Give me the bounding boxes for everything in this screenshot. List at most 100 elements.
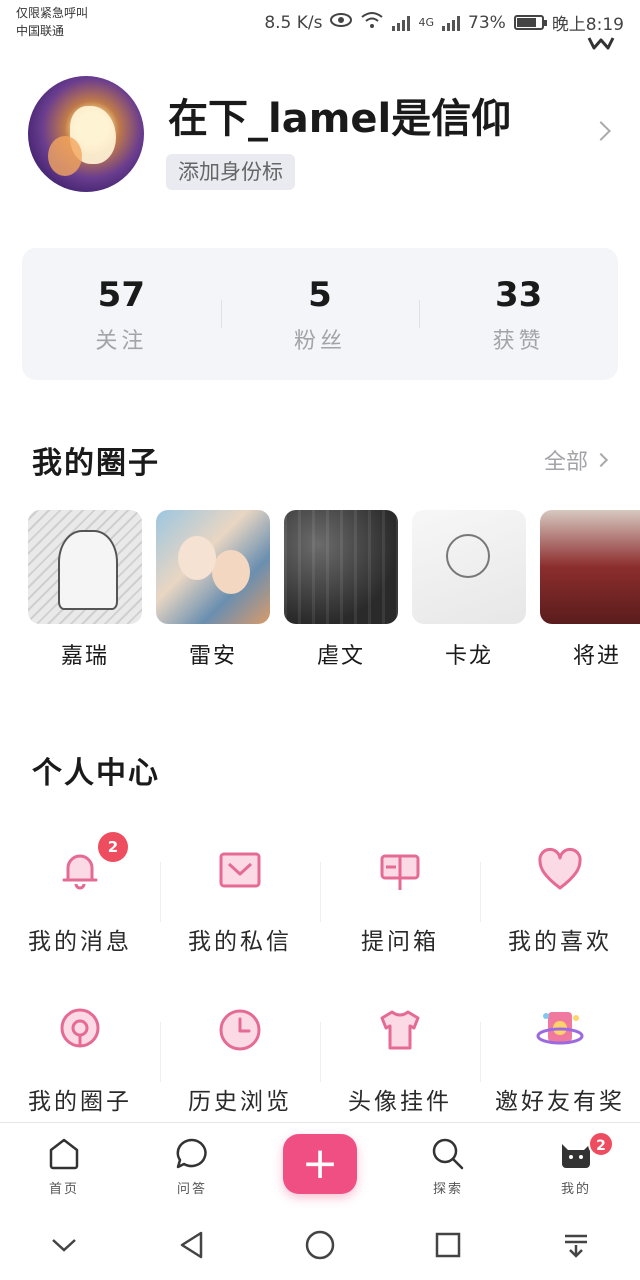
nav-qa[interactable]: 问答 xyxy=(128,1123,256,1210)
nav-add[interactable]: + xyxy=(256,1123,384,1210)
collapse-button[interactable] xyxy=(44,1225,84,1265)
circle-name: 虐文 xyxy=(316,644,365,669)
nav-mine[interactable]: 2 我的 xyxy=(512,1123,640,1210)
nav-label: 首页 xyxy=(48,1182,79,1197)
menu-private-messages[interactable]: 我的私信 xyxy=(160,816,320,976)
menu-my-likes[interactable]: 我的喜欢 xyxy=(480,816,640,976)
chevron-down-icon xyxy=(52,1239,76,1252)
network-speed: 8.5 K/s xyxy=(264,12,323,33)
battery-icon xyxy=(513,15,547,30)
chevron-right-icon xyxy=(593,452,609,468)
circle-name: 卡龙 xyxy=(444,644,493,669)
recents-button[interactable] xyxy=(428,1225,468,1265)
circle-item[interactable]: 雷安 xyxy=(156,510,270,670)
home-button[interactable] xyxy=(300,1225,340,1265)
network-type: 4G xyxy=(418,16,435,29)
carrier-emergency-text: 仅限紧急呼叫 xyxy=(16,6,89,20)
carrier-name: 中国联通 xyxy=(16,24,65,38)
menu-label: 历史浏览 xyxy=(188,1089,292,1115)
avatar[interactable] xyxy=(28,76,144,192)
clock-time: 晚上8:19 xyxy=(551,15,624,35)
circles-list: 嘉瑞 雷安 虐文 卡龙 将进 xyxy=(28,510,640,670)
menu-label: 头像挂件 xyxy=(348,1089,452,1115)
status-bar: 仅限紧急呼叫 中国联通 8.5 K/s 4G 73% 晚上8:19 xyxy=(0,0,640,44)
home-circle-icon xyxy=(305,1230,335,1260)
circle-item[interactable]: 卡龙 xyxy=(412,510,526,670)
stat-following[interactable]: 57 关注 xyxy=(22,248,221,380)
menu-label: 我的私信 xyxy=(188,929,292,955)
chat-bubble-icon xyxy=(176,1138,207,1169)
add-identity-tag-button[interactable]: 添加身份标 xyxy=(166,154,295,190)
menu-avatar-frames[interactable]: 头像挂件 xyxy=(320,976,480,1136)
menu-my-messages[interactable]: 2 我的消息 xyxy=(0,816,160,976)
stat-likes[interactable]: 33 获赞 xyxy=(419,248,618,380)
circle-thumbnail xyxy=(284,510,398,624)
see-all-circles-link[interactable]: 全部 xyxy=(543,444,609,476)
personal-center-title: 个人中心 xyxy=(32,756,160,791)
nav-label: 我的 xyxy=(560,1182,591,1197)
add-icon[interactable]: + xyxy=(283,1133,357,1194)
notification-badge: 2 xyxy=(98,832,128,862)
stat-value: 33 xyxy=(495,275,543,315)
signal-bars-icon-2 xyxy=(442,15,461,31)
nav-explore[interactable]: 探索 xyxy=(384,1123,512,1210)
menu-label: 提问箱 xyxy=(361,929,439,955)
back-button[interactable] xyxy=(172,1225,212,1265)
eye-icon xyxy=(330,12,353,33)
see-all-label: 全部 xyxy=(543,450,588,475)
my-circles-title: 我的圈子 xyxy=(32,446,160,481)
circle-thumbnail xyxy=(28,510,142,624)
status-icons: 8.5 K/s 4G 73% 晚上8:19 xyxy=(264,10,624,35)
search-icon xyxy=(432,1138,464,1170)
mailbox-icon xyxy=(376,846,424,894)
stat-label: 获赞 xyxy=(492,329,545,354)
menu-label: 我的圈子 xyxy=(28,1089,132,1115)
stat-followers[interactable]: 5 粉丝 xyxy=(220,248,420,380)
bottom-nav: 首页 问答 + 探索 2 我的 xyxy=(0,1122,640,1210)
crown-icon[interactable] xyxy=(586,36,616,56)
menu-label: 我的消息 xyxy=(28,929,132,955)
nav-label: 探索 xyxy=(432,1182,463,1197)
heart-icon xyxy=(536,846,584,894)
signal-bars-icon xyxy=(392,15,411,31)
circle-thumbnail xyxy=(156,510,270,624)
menu-invite-friends[interactable]: 邀好友有奖 xyxy=(480,976,640,1136)
circle-name: 雷安 xyxy=(188,644,237,669)
wifi-icon xyxy=(360,11,384,34)
circle-item[interactable]: 虐文 xyxy=(284,510,398,670)
pull-down-icon xyxy=(565,1234,587,1258)
menu-label: 邀好友有奖 xyxy=(495,1089,625,1115)
home-icon xyxy=(49,1138,79,1170)
avatar-figure-glow xyxy=(48,136,82,176)
system-nav-bar xyxy=(0,1210,640,1280)
stats-card: 57 关注 5 粉丝 33 获赞 xyxy=(22,248,618,380)
stat-value: 57 xyxy=(97,275,145,315)
carrier-info: 仅限紧急呼叫 中国联通 xyxy=(16,4,88,40)
circle-thumbnail xyxy=(540,510,640,624)
circle-name: 嘉瑞 xyxy=(60,644,109,669)
gift-planet-icon xyxy=(536,1006,584,1054)
bell-icon: 2 xyxy=(56,832,128,894)
menu-label: 我的喜欢 xyxy=(508,929,612,955)
circle-item[interactable]: 嘉瑞 xyxy=(28,510,142,670)
circle-item[interactable]: 将进 xyxy=(540,510,640,670)
nav-mine-badge: 2 xyxy=(588,1131,614,1157)
nav-label: 问答 xyxy=(176,1182,207,1197)
menu-my-circles[interactable]: 我的圈子 xyxy=(0,976,160,1136)
nav-home[interactable]: 首页 xyxy=(0,1123,128,1210)
stat-label: 粉丝 xyxy=(294,329,347,354)
envelope-icon xyxy=(216,846,264,894)
stat-label: 关注 xyxy=(95,329,148,354)
battery-percent: 73% xyxy=(468,12,506,33)
menu-question-box[interactable]: 提问箱 xyxy=(320,816,480,976)
profile-chevron-right-icon[interactable] xyxy=(591,121,611,141)
username: 在下_lamel是信仰 xyxy=(168,96,512,142)
battery-fill xyxy=(516,18,536,27)
circle-name: 将进 xyxy=(572,644,621,669)
circle-pin-icon xyxy=(56,1006,104,1054)
stat-value: 5 xyxy=(308,275,332,315)
circle-thumbnail xyxy=(412,510,526,624)
recents-square-icon xyxy=(435,1232,461,1258)
menu-history[interactable]: 历史浏览 xyxy=(160,976,320,1136)
notification-pull-button[interactable] xyxy=(556,1225,596,1265)
